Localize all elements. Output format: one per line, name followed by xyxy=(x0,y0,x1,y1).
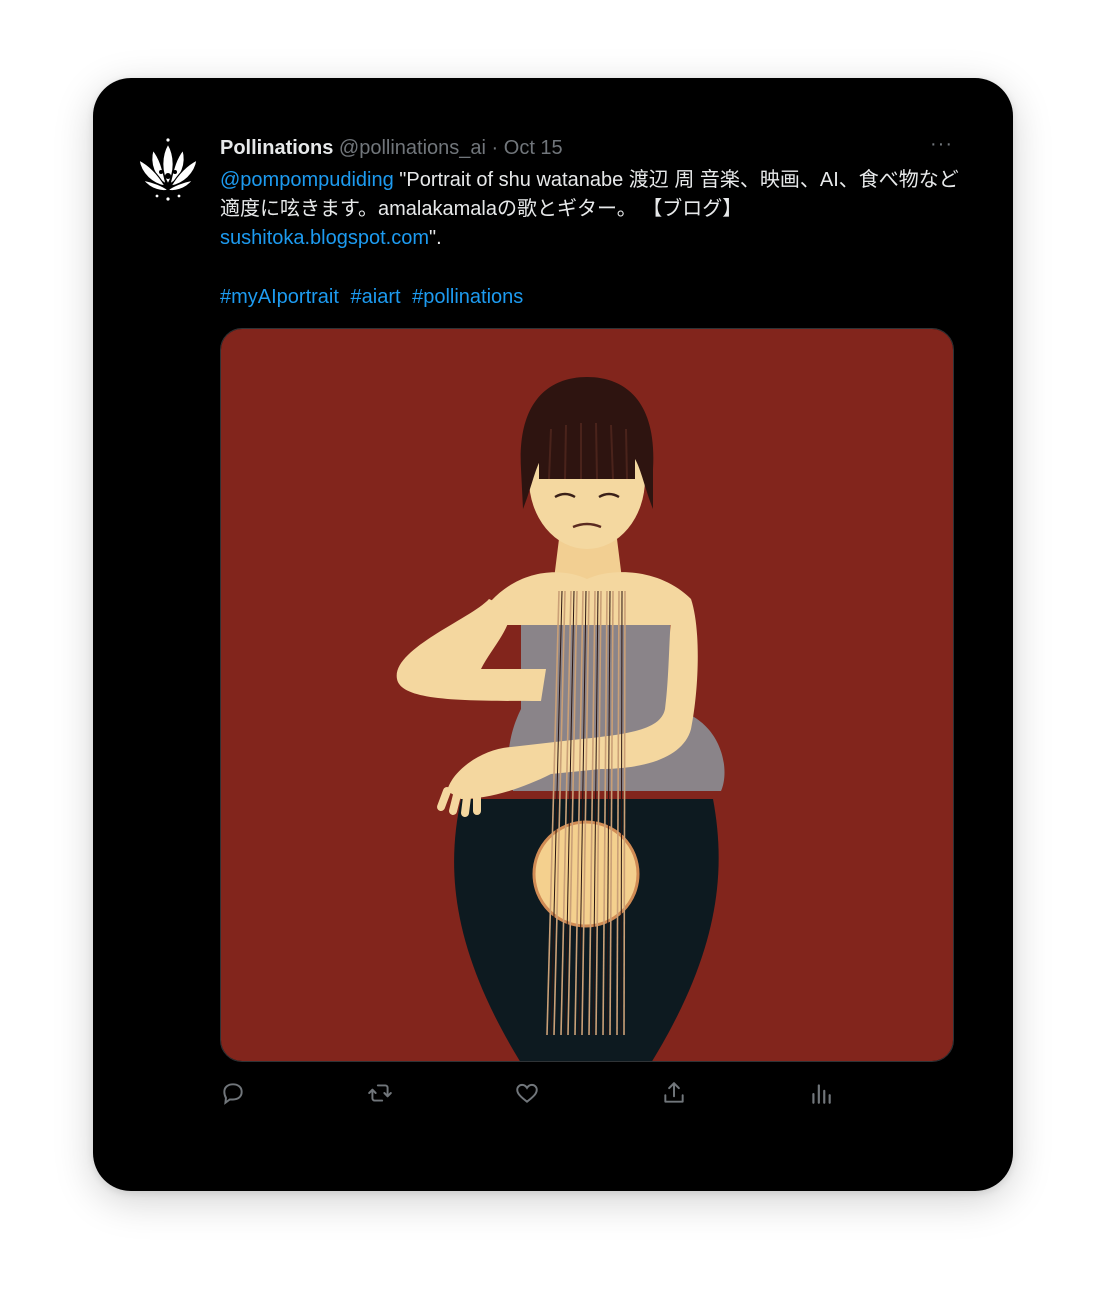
retweet-icon[interactable] xyxy=(366,1080,396,1110)
tweet-text: @pompompudiding "Portrait of shu watanab… xyxy=(220,166,960,253)
tweet-media-image[interactable] xyxy=(220,328,954,1062)
tweet-action-bar xyxy=(220,1080,960,1110)
reply-icon[interactable] xyxy=(220,1080,250,1110)
pollinations-logo-avatar[interactable] xyxy=(133,136,203,206)
ai-portrait-image xyxy=(221,329,953,1061)
tweet-body-tail: ". xyxy=(429,227,442,249)
tweet-header: Pollinations @pollinations_ai · Oct 15 xyxy=(220,134,960,162)
mention-link[interactable]: @pompompudiding xyxy=(220,169,394,191)
hashtag-link[interactable]: #aiart xyxy=(351,286,401,308)
heart-icon[interactable] xyxy=(514,1080,544,1110)
hashtag-list: #myAIportrait #aiart #pollinations xyxy=(220,283,529,312)
lotus-logo-icon xyxy=(138,138,198,201)
author-handle[interactable]: @pollinations_ai xyxy=(339,137,486,159)
more-options-icon[interactable]: ··· xyxy=(930,134,953,154)
separator-dot: · xyxy=(491,137,499,159)
hashtag-link[interactable]: #pollinations xyxy=(412,286,523,308)
share-icon[interactable] xyxy=(661,1080,691,1110)
tweet-card: Pollinations @pollinations_ai · Oct 15 ·… xyxy=(93,78,1013,1191)
tweet-date[interactable]: Oct 15 xyxy=(504,137,563,159)
author-name[interactable]: Pollinations xyxy=(220,137,333,159)
analytics-icon[interactable] xyxy=(808,1080,838,1110)
blog-link[interactable]: sushitoka.blogspot.com xyxy=(220,227,429,249)
hashtag-link[interactable]: #myAIportrait xyxy=(220,286,339,308)
